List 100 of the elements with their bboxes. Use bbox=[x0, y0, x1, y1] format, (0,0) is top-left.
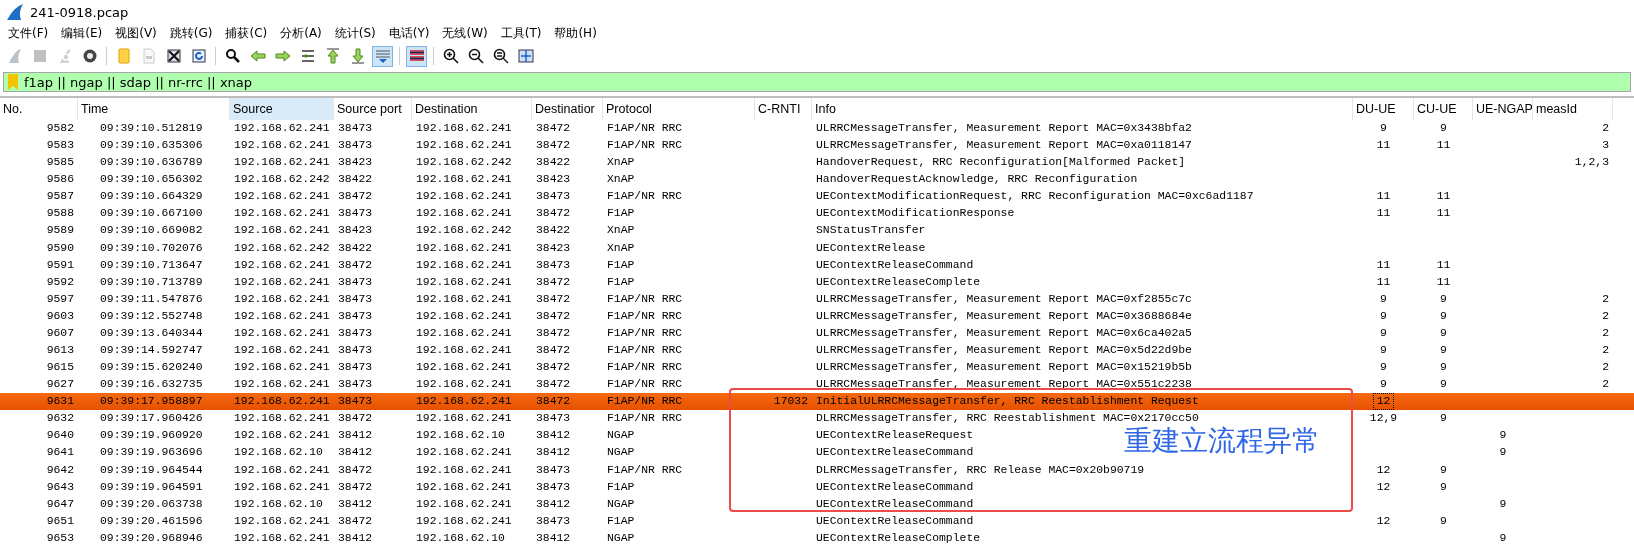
table-cell-text: F1AP/NR RRC bbox=[606, 121, 684, 136]
table-cell-text: UEContextReleaseCommand bbox=[815, 445, 975, 461]
table-cell-text: 38423 bbox=[337, 223, 374, 239]
table-cell-text: 192.168.62.241 bbox=[233, 138, 331, 154]
table-cell-text: 9 bbox=[1439, 343, 1448, 358]
column-header[interactable]: Source bbox=[230, 98, 334, 120]
table-cell-text: 9 bbox=[1498, 445, 1508, 461]
table-cell-text: 9 bbox=[1379, 308, 1388, 324]
table-cell-text: 9 bbox=[1439, 411, 1448, 427]
search-icon bbox=[224, 48, 241, 64]
menu-item[interactable]: 分析(A) bbox=[274, 24, 329, 42]
table-cell-text: XnAP bbox=[606, 155, 636, 171]
table-cell-text: 38473 bbox=[535, 411, 572, 427]
table-cell-text: 09:39:10.667100 bbox=[99, 206, 204, 222]
table-cell-text: 192.168.62.241 bbox=[415, 411, 513, 427]
table-cell-text: 9 bbox=[1379, 325, 1388, 341]
bookmark-icon bbox=[8, 74, 18, 90]
table-cell-text: 9 bbox=[1439, 121, 1448, 136]
left-arrow-icon bbox=[249, 48, 266, 64]
table-cell-text: 09:39:10.713647 bbox=[99, 257, 204, 273]
menu-item[interactable]: 视图(V) bbox=[109, 24, 164, 42]
table-cell-text: ULRRCMessageTransfer, Measurement Report MAC=0x3688684e bbox=[815, 308, 1193, 324]
table-cell-text: NGAP bbox=[606, 445, 636, 461]
table-cell-text: 09:39:19.963696 bbox=[99, 445, 204, 461]
table-cell-text: 9 bbox=[1439, 377, 1448, 393]
column-header[interactable]: C-RNTI bbox=[755, 98, 812, 120]
table-cell-text: 9 bbox=[1379, 360, 1388, 376]
table-cell-text: 38472 bbox=[535, 138, 572, 154]
column-header[interactable]: Source port bbox=[334, 98, 412, 120]
table-cell-text: 38472 bbox=[535, 206, 572, 222]
table-cell-text: NGAP bbox=[606, 428, 636, 444]
table-cell-text: 9 bbox=[1439, 479, 1448, 495]
table-cell-text: 38473 bbox=[535, 479, 572, 495]
menu-item[interactable]: 文件(F) bbox=[2, 24, 56, 42]
menu-item[interactable]: 统计(S) bbox=[328, 24, 383, 42]
menu-item[interactable]: 无线(W) bbox=[436, 24, 495, 42]
right-arrow-icon bbox=[274, 48, 291, 64]
table-cell-text: 9653 bbox=[45, 530, 75, 546]
table-cell-text: 192.168.62.241 bbox=[233, 411, 331, 427]
table-cell-text: UEContextReleaseCommand bbox=[815, 496, 975, 512]
table-cell-text: 38472 bbox=[535, 291, 572, 307]
table-cell-text: 38412 bbox=[535, 445, 572, 461]
column-header[interactable]: Time bbox=[78, 98, 230, 120]
table-cell-text: 38472 bbox=[535, 274, 572, 290]
table-cell-text: 11 bbox=[1375, 274, 1392, 290]
table-cell-text: UEContextReleaseCommand bbox=[815, 513, 975, 529]
table-cell-text: UEContextModificationRequest, RRC Reconfiguration MAC=0xc6ad1187 bbox=[815, 189, 1255, 205]
table-cell-text: F1AP bbox=[606, 206, 636, 222]
table-cell-text: SNStatusTransfer bbox=[815, 223, 927, 239]
table-cell-text: 38473 bbox=[337, 308, 374, 324]
display-filter-field[interactable]: f1ap || ngap || sdap || nr-rrc || xnap bbox=[3, 72, 1631, 92]
table-cell-text: 9588 bbox=[45, 206, 75, 222]
table-cell-text: 192.168.62.10 bbox=[233, 445, 324, 461]
table-cell-text: 192.168.62.241 bbox=[415, 343, 513, 358]
table-cell-text: 9 bbox=[1439, 291, 1448, 307]
table-cell-text: 9 bbox=[1379, 291, 1388, 307]
column-header[interactable]: UE-NGAP bbox=[1473, 98, 1533, 120]
menu-item[interactable]: 跳转(G) bbox=[163, 24, 220, 42]
table-cell-text: 2 bbox=[1601, 343, 1610, 358]
table-cell-text: 192.168.62.241 bbox=[233, 206, 331, 222]
table-cell-text: ULRRCMessageTransfer, Measurement Report MAC=0x5d22d9be bbox=[815, 343, 1193, 358]
table-cell-text: 192.168.62.241 bbox=[415, 377, 513, 393]
menu-item[interactable]: 电话(Y) bbox=[382, 24, 437, 42]
table-cell-text: F1AP/NR RRC bbox=[606, 377, 684, 393]
table-cell-text: 192.168.62.10 bbox=[233, 496, 324, 512]
table-cell-text: 9583 bbox=[45, 138, 75, 154]
table-cell-text: 192.168.62.241 bbox=[233, 121, 331, 136]
table-cell-text: 38473 bbox=[337, 360, 374, 376]
table-cell-text: 192.168.62.241 bbox=[233, 377, 331, 393]
table-cell-text: F1AP/NR RRC bbox=[606, 189, 684, 205]
table-cell-text: 38472 bbox=[535, 394, 572, 410]
table-cell-text: 38472 bbox=[337, 513, 374, 529]
column-header[interactable]: CU-UE bbox=[1414, 98, 1473, 120]
table-cell-text: 192.168.62.241 bbox=[233, 360, 331, 376]
toolbar-button[interactable] bbox=[406, 45, 427, 67]
table-cell-text: 09:39:16.632735 bbox=[99, 377, 204, 393]
packet-row[interactable]: 9631 09:39:17.958897 192.168.62.241 38473 192.168.62.241 38472 F1AP/NR RRC 17032 InitialULRRCMessageTransfer, RRC Reestablishment Request 12 bbox=[0, 393, 1634, 411]
table-cell-text: F1AP/NR RRC bbox=[606, 138, 684, 154]
table-cell-text: 09:39:10.669082 bbox=[99, 223, 204, 239]
table-cell-text: 192.168.62.241 bbox=[233, 308, 331, 324]
table-cell-text: ULRRCMessageTransfer, Measurement Report MAC=0x15219b5b bbox=[815, 360, 1193, 376]
table-cell-text: UEContextReleaseRequest bbox=[815, 428, 975, 444]
table-cell-text: 38422 bbox=[337, 172, 374, 188]
table-cell-text: 38473 bbox=[337, 121, 374, 136]
table-cell-text: 38473 bbox=[337, 206, 374, 222]
table-cell-text: 9640 bbox=[45, 428, 75, 444]
goto-icon bbox=[299, 48, 316, 64]
down-arrow-icon bbox=[349, 48, 366, 64]
menu-item[interactable]: 捕获(C) bbox=[219, 24, 275, 42]
table-cell-text: 38473 bbox=[337, 274, 374, 290]
menu-item[interactable]: 帮助(H) bbox=[548, 24, 604, 42]
menu-item[interactable]: 工具(T) bbox=[494, 24, 549, 42]
table-cell-text: 192.168.62.242 bbox=[233, 240, 331, 256]
table-cell-text: 12 bbox=[1375, 479, 1392, 495]
table-cell-text: 38473 bbox=[535, 257, 572, 273]
table-cell-text: 38473 bbox=[337, 291, 374, 307]
table-cell-text: F1AP/NR RRC bbox=[606, 291, 684, 307]
table-cell-text: 192.168.62.241 bbox=[233, 428, 331, 444]
column-header[interactable]: measId bbox=[1533, 98, 1613, 120]
menu-item[interactable]: 编辑(E) bbox=[55, 24, 110, 42]
